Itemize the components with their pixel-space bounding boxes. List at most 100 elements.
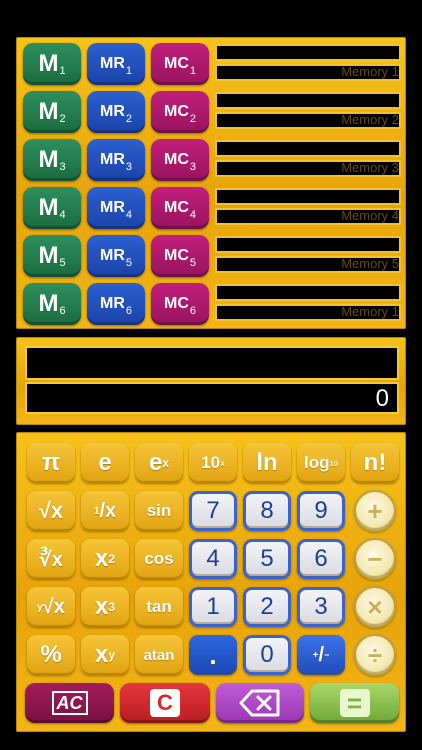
minus-key[interactable]: −: [354, 538, 396, 580]
memory-index: 6: [125, 305, 132, 317]
memory-value-bar: [215, 44, 401, 61]
log10-key[interactable]: log 10: [297, 443, 345, 483]
cos-key[interactable]: cos: [135, 539, 183, 579]
square-base: x: [94, 545, 109, 572]
cube-key[interactable]: x3: [81, 587, 129, 627]
power-sup: y: [108, 648, 116, 662]
sin-key[interactable]: sin: [135, 491, 183, 531]
memory-panel: M1 MR 1 MC 1 Memory 1 M2 MR 2 MC 2 Memory 2 …: [16, 37, 406, 329]
memory-clear-label: MC: [163, 103, 189, 120]
memory-store-label: M: [38, 146, 59, 173]
digit-7-key[interactable]: 7: [189, 491, 237, 531]
memory-recall-4-button[interactable]: MR 4: [87, 187, 145, 229]
all-clear-label: AC: [51, 691, 88, 715]
cbrt-key[interactable]: ∛x: [27, 539, 75, 579]
plus-key[interactable]: +: [354, 490, 396, 532]
digit-4-key[interactable]: 4: [189, 539, 237, 579]
memory-index: 4: [189, 209, 196, 221]
memory-clear-label: MC: [163, 151, 189, 168]
factorial-key[interactable]: n!: [351, 443, 399, 483]
memory-store-6-button[interactable]: M6: [23, 283, 81, 325]
sqrt-key[interactable]: √x: [27, 491, 75, 531]
memory-clear-6-button[interactable]: MC 6: [151, 283, 209, 325]
square-key[interactable]: x2: [81, 539, 129, 579]
memory-store-1-button[interactable]: M1: [23, 43, 81, 85]
memory-index: 1: [125, 65, 132, 77]
memory-display-5: Memory 5: [215, 236, 401, 276]
power-key[interactable]: xy: [81, 635, 129, 675]
digit-6-key[interactable]: 6: [297, 539, 345, 579]
digit-8-key[interactable]: 8: [243, 491, 291, 531]
divide-label: ÷: [367, 639, 383, 670]
memory-index: 5: [59, 257, 66, 269]
memory-recall-label: MR: [99, 199, 125, 216]
memory-clear-3-button[interactable]: MC 3: [151, 139, 209, 181]
divide-key[interactable]: ÷: [354, 634, 396, 676]
ln-key[interactable]: ln: [243, 443, 291, 483]
digit-5-key[interactable]: 5: [243, 539, 291, 579]
percent-key[interactable]: %: [27, 635, 75, 675]
e-key[interactable]: e: [81, 443, 129, 483]
digit-3-key[interactable]: 3: [297, 587, 345, 627]
sign-toggle-key[interactable]: + / −: [297, 635, 345, 675]
yroot-key[interactable]: y √x: [27, 587, 75, 627]
memory-store-label: M: [38, 98, 59, 125]
digit-2-key[interactable]: 2: [243, 587, 291, 627]
memory-recall-6-button[interactable]: MR 6: [87, 283, 145, 325]
ln-label: ln: [256, 449, 278, 476]
memory-recall-5-button[interactable]: MR 5: [87, 235, 145, 277]
digit-0-key[interactable]: 0: [243, 635, 291, 675]
reciprocal-key[interactable]: 1/x: [81, 491, 129, 531]
all-clear-button[interactable]: AC: [25, 683, 114, 723]
decimal-key[interactable]: .: [189, 635, 237, 675]
digit-label: 4: [206, 545, 220, 572]
memory-value-bar: [215, 140, 401, 157]
clear-label: C: [150, 689, 180, 717]
tan-key[interactable]: tan: [135, 587, 183, 627]
atan-label: atan: [143, 646, 175, 664]
memory-display-4: Memory 4: [215, 188, 401, 228]
atan-key[interactable]: atan: [135, 635, 183, 675]
equals-label: =: [339, 688, 370, 718]
cbrt-label: ∛x: [39, 548, 63, 571]
memory-clear-5-button[interactable]: MC 5: [151, 235, 209, 277]
multiply-key[interactable]: ×: [354, 586, 396, 628]
percent-label: %: [40, 641, 62, 668]
memory-store-3-button[interactable]: M3: [23, 139, 81, 181]
memory-index: 2: [189, 113, 196, 125]
memory-clear-4-button[interactable]: MC 4: [151, 187, 209, 229]
digit-label: 1: [206, 593, 220, 620]
memory-store-label: M: [38, 242, 59, 269]
memory-clear-1-button[interactable]: MC 1: [151, 43, 209, 85]
backspace-button[interactable]: [216, 683, 304, 723]
memory-store-5-button[interactable]: M5: [23, 235, 81, 277]
sign-minus: −: [324, 650, 330, 660]
ten-power-key[interactable]: 10 x: [189, 443, 237, 483]
memory-index: 4: [59, 209, 66, 221]
memory-store-label: M: [38, 50, 59, 77]
pi-key[interactable]: π: [27, 443, 75, 483]
digit-1-key[interactable]: 1: [189, 587, 237, 627]
digit-9-key[interactable]: 9: [297, 491, 345, 531]
memory-clear-label: MC: [163, 295, 189, 312]
keypad-panel: π e ex 10 x ln log 10 n! √x 1/x sin 7 8 9 …: [16, 432, 406, 732]
result-display: 0: [25, 382, 399, 414]
memory-store-4-button[interactable]: M4: [23, 187, 81, 229]
memory-store-2-button[interactable]: M2: [23, 91, 81, 133]
clear-button[interactable]: C: [120, 683, 210, 723]
memory-recall-1-button[interactable]: MR 1: [87, 43, 145, 85]
equals-button[interactable]: =: [310, 683, 399, 723]
memory-recall-2-button[interactable]: MR 2: [87, 91, 145, 133]
multiply-label: ×: [367, 591, 383, 622]
memory-store-label: M: [38, 194, 59, 221]
exp-key[interactable]: ex: [135, 443, 183, 483]
factorial-label: n!: [363, 449, 387, 476]
cube-base: x: [94, 593, 109, 620]
memory-recall-3-button[interactable]: MR 3: [87, 139, 145, 181]
square-sup: 2: [108, 552, 116, 566]
memory-index: 5: [125, 257, 132, 269]
memory-recall-label: MR: [99, 295, 125, 312]
memory-clear-2-button[interactable]: MC 2: [151, 91, 209, 133]
memory-display-6: Memory 1: [215, 284, 401, 324]
memory-index: 2: [125, 113, 132, 125]
